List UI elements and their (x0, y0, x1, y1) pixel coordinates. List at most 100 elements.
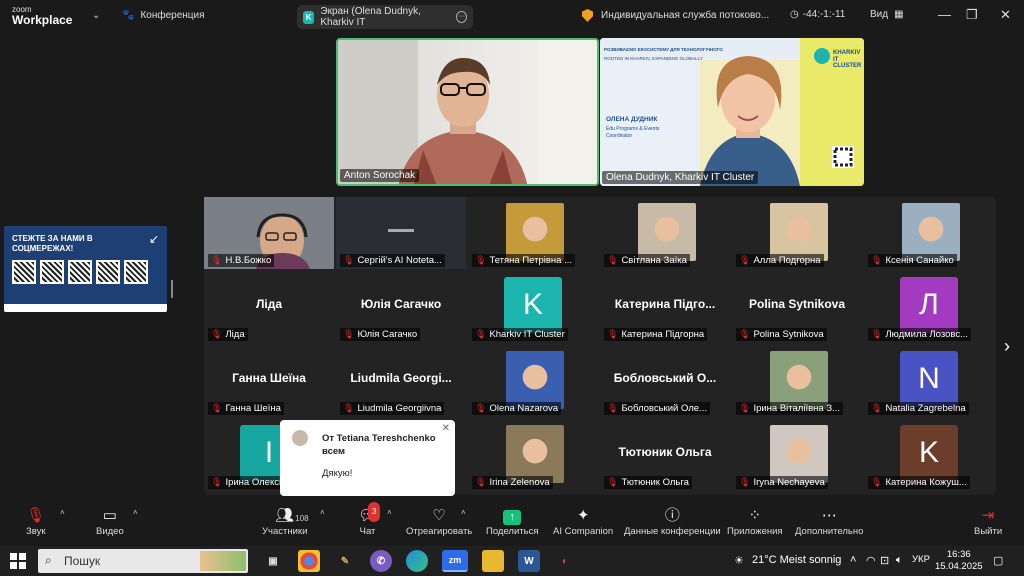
participant-photo (770, 425, 828, 483)
folder-icon[interactable] (482, 550, 504, 572)
ai-companion-button[interactable]: ✦ AI Companion (553, 506, 613, 537)
more-icon[interactable]: ··· (456, 11, 468, 23)
weather-text[interactable]: 21°C Meist sonnig (752, 554, 841, 566)
participant-tile[interactable]: 🎙︎ Тетяна Петрівна ... (468, 197, 598, 269)
participant-tile[interactable]: N 🎙︎ Natalia Zagrebelna (864, 345, 994, 417)
participant-tile[interactable]: 🎙︎ Ірина Віталіївна З... (732, 345, 862, 417)
qr-ad-title: СТЕЖТЕ ЗА НАМИ В СОЦМЕРЕЖАХ! (12, 234, 93, 254)
windows-start-icon[interactable] (10, 553, 26, 569)
conference-menu[interactable]: 🐾 Конференция (122, 10, 205, 21)
participant-tile[interactable]: 🎙︎ Світлана Заїка (600, 197, 730, 269)
zoom-taskbar-icon[interactable]: zm (442, 550, 468, 572)
participant-tile[interactable]: 🎙︎ Алла Подгорна (732, 197, 862, 269)
close-icon[interactable]: ✕ (442, 423, 450, 434)
wifi-icon[interactable]: ◠ (866, 554, 876, 567)
participant-tile[interactable]: Liudmila Georgi... 🎙︎ Liudmila Georgiivna (336, 345, 466, 417)
audio-button[interactable]: 🎙︎ Звук (26, 506, 45, 537)
video-label: Видео (96, 526, 124, 537)
task-view-icon[interactable]: ▣ (262, 550, 284, 572)
stream-status[interactable]: Индивидуальная служба потоково... (582, 9, 769, 22)
speaker-video-1[interactable]: Anton Sorochak (336, 38, 599, 186)
chat-from-line-1: От Tetiana Tereshchenko (322, 433, 436, 444)
participant-tile[interactable]: 🎙︎ Сергій's AI Notetа... (336, 197, 466, 269)
participant-tile[interactable]: 🎙︎ Н.В.Божко (204, 197, 334, 269)
chat-label: Чат (359, 526, 376, 537)
participant-tile[interactable]: Катерина Підго... 🎙︎ Катерина Підгорна (600, 271, 730, 343)
screen-share-pill[interactable]: K Экран (Olena Dudnyk, Kharkiv IT ··· (297, 5, 473, 29)
more-label: Дополнительно (795, 526, 864, 537)
viber-icon[interactable]: ✆ (370, 550, 392, 572)
qr-social-ad[interactable]: СТЕЖТЕ ЗА НАМИ В СОЦМЕРЕЖАХ! ↙ (4, 226, 167, 312)
apps-button[interactable]: ⁘ Приложения (727, 506, 783, 537)
mic-muted-icon: 🎙︎ (475, 329, 487, 339)
mic-muted-icon: 🎙︎ (211, 329, 223, 339)
clock-icon: ◷ (790, 9, 799, 20)
participant-name-label: 🎙︎ Юлія Сагачко (340, 328, 421, 341)
participant-tile[interactable]: Polina Sytnikova 🎙︎ Polina Sytnikova (732, 271, 862, 343)
participant-tile[interactable]: K 🎙︎ Kharkiv IT Cluster (468, 271, 598, 343)
chrome-icon[interactable] (298, 550, 320, 572)
chevron-down-icon[interactable]: ⌄ (92, 10, 100, 21)
chat-button[interactable]: 💬︎3 Чат (358, 502, 381, 537)
chevron-up-icon[interactable]: ˄ (850, 554, 856, 566)
participant-tile[interactable]: Ліда 🎙︎ Ліда (204, 271, 334, 343)
minimize-icon[interactable]: — (938, 7, 951, 22)
clock[interactable]: 16:36 15.04.2025 (935, 549, 983, 573)
participant-name: Світлана Заїка (621, 255, 687, 266)
meeting-toolbar: 🎙︎ Звук ˄ ▭ Видео ˄ 👥︎108 Участники ˄ 💬︎… (0, 500, 1024, 544)
participant-tile[interactable]: K 🎙︎ Катерина Кожуш... (864, 419, 994, 491)
shield-icon (582, 9, 593, 22)
chat-badge: 3 (368, 502, 381, 522)
maximize-icon[interactable]: ❐ (966, 7, 978, 23)
taskbar-search[interactable]: ⌕ Пошук (38, 549, 248, 573)
participant-tile[interactable]: Л 🎙︎ Людмила Лозовс... (864, 271, 994, 343)
sparkle-icon: ✦ (576, 507, 590, 524)
participant-tile[interactable]: Ганна Шеїна 🎙︎ Ганна Шеїна (204, 345, 334, 417)
volume-icon[interactable]: 🔈︎ (896, 554, 903, 567)
notifications-icon[interactable]: ▢ (993, 554, 1003, 567)
view-menu[interactable]: Вид ▦ (870, 9, 904, 20)
participant-tile[interactable]: Юлія Сагачко 🎙︎ Юлія Сагачко (336, 271, 466, 343)
more-button[interactable]: ⋯ Дополнительно (795, 506, 863, 537)
participant-tile[interactable]: Тютюник Ольга 🎙︎ Тютюник Ольга (600, 419, 730, 491)
app-icon[interactable]: ✎ (334, 550, 356, 572)
speaker-video-2[interactable]: РОЗВИВАЄМО ЕКОСИСТЕМУ ДЛЯ ТЕХНОЛОГІЧНОГО… (600, 38, 864, 186)
video-button[interactable]: ▭ Видео (96, 506, 124, 537)
app-icon[interactable]: ◐ (554, 550, 576, 572)
close-icon[interactable]: ✕ (1000, 7, 1011, 23)
participant-tile[interactable]: Бобловський О... 🎙︎ Бобловський Оле... (600, 345, 730, 417)
clock-date: 15.04.2025 (935, 561, 983, 572)
participant-name: Людмила Лозовс... (885, 329, 968, 340)
participant-tile[interactable]: 🎙︎ Ксенія Санайко (864, 197, 994, 269)
participant-name: Н.В.Божко (225, 255, 272, 266)
chevron-up-icon[interactable]: ˄ (320, 508, 325, 517)
mic-muted-icon: 🎙︎ (871, 329, 883, 339)
participant-display-name: Катерина Підго... (614, 297, 716, 311)
participant-tile[interactable]: 🎙︎ Iryna Nechayeva (732, 419, 862, 491)
language-indicator[interactable]: УКР (912, 554, 930, 565)
meeting-info-button[interactable]: ⓘ Данные конференции (624, 506, 721, 537)
info-label: Данные конференции (624, 526, 721, 537)
participant-tile[interactable]: 🎙︎ Olena Nazarova (468, 345, 598, 417)
chevron-up-icon[interactable]: ˄ (461, 508, 466, 517)
word-icon[interactable]: W (518, 550, 540, 572)
leave-button[interactable]: ⇥ Выйти (974, 506, 1002, 537)
chevron-right-icon[interactable]: › (1004, 336, 1010, 357)
display-icon[interactable]: ⊡ (880, 554, 889, 567)
panel-resize-handle[interactable] (171, 280, 173, 298)
chevron-up-icon[interactable]: ˄ (387, 508, 392, 517)
mic-muted-icon: 🎙︎ (607, 477, 619, 487)
chat-notification[interactable]: От Tetiana Tereshchenko всем Дякую! ✕ (280, 420, 455, 496)
chevron-up-icon[interactable]: ˄ (133, 508, 138, 517)
participants-button[interactable]: 👥︎ 108 Участники (262, 506, 309, 537)
mic-muted-icon: 🎙︎ (343, 403, 355, 413)
edge-icon[interactable] (406, 550, 428, 572)
paw-icon: 🐾 (122, 10, 135, 21)
chevron-up-icon[interactable]: ˄ (60, 508, 65, 517)
participant-name: Olena Nazarova (489, 403, 559, 414)
participant-name-label: 🎙︎ Н.В.Божко (208, 254, 275, 267)
share-button[interactable]: ↑ Поделиться (486, 506, 538, 537)
mic-muted-icon: 🎙︎ (475, 403, 487, 413)
participant-tile[interactable]: 🎙︎ Irina Zelenova (468, 419, 598, 491)
camera-icon: ▭ (102, 507, 117, 524)
